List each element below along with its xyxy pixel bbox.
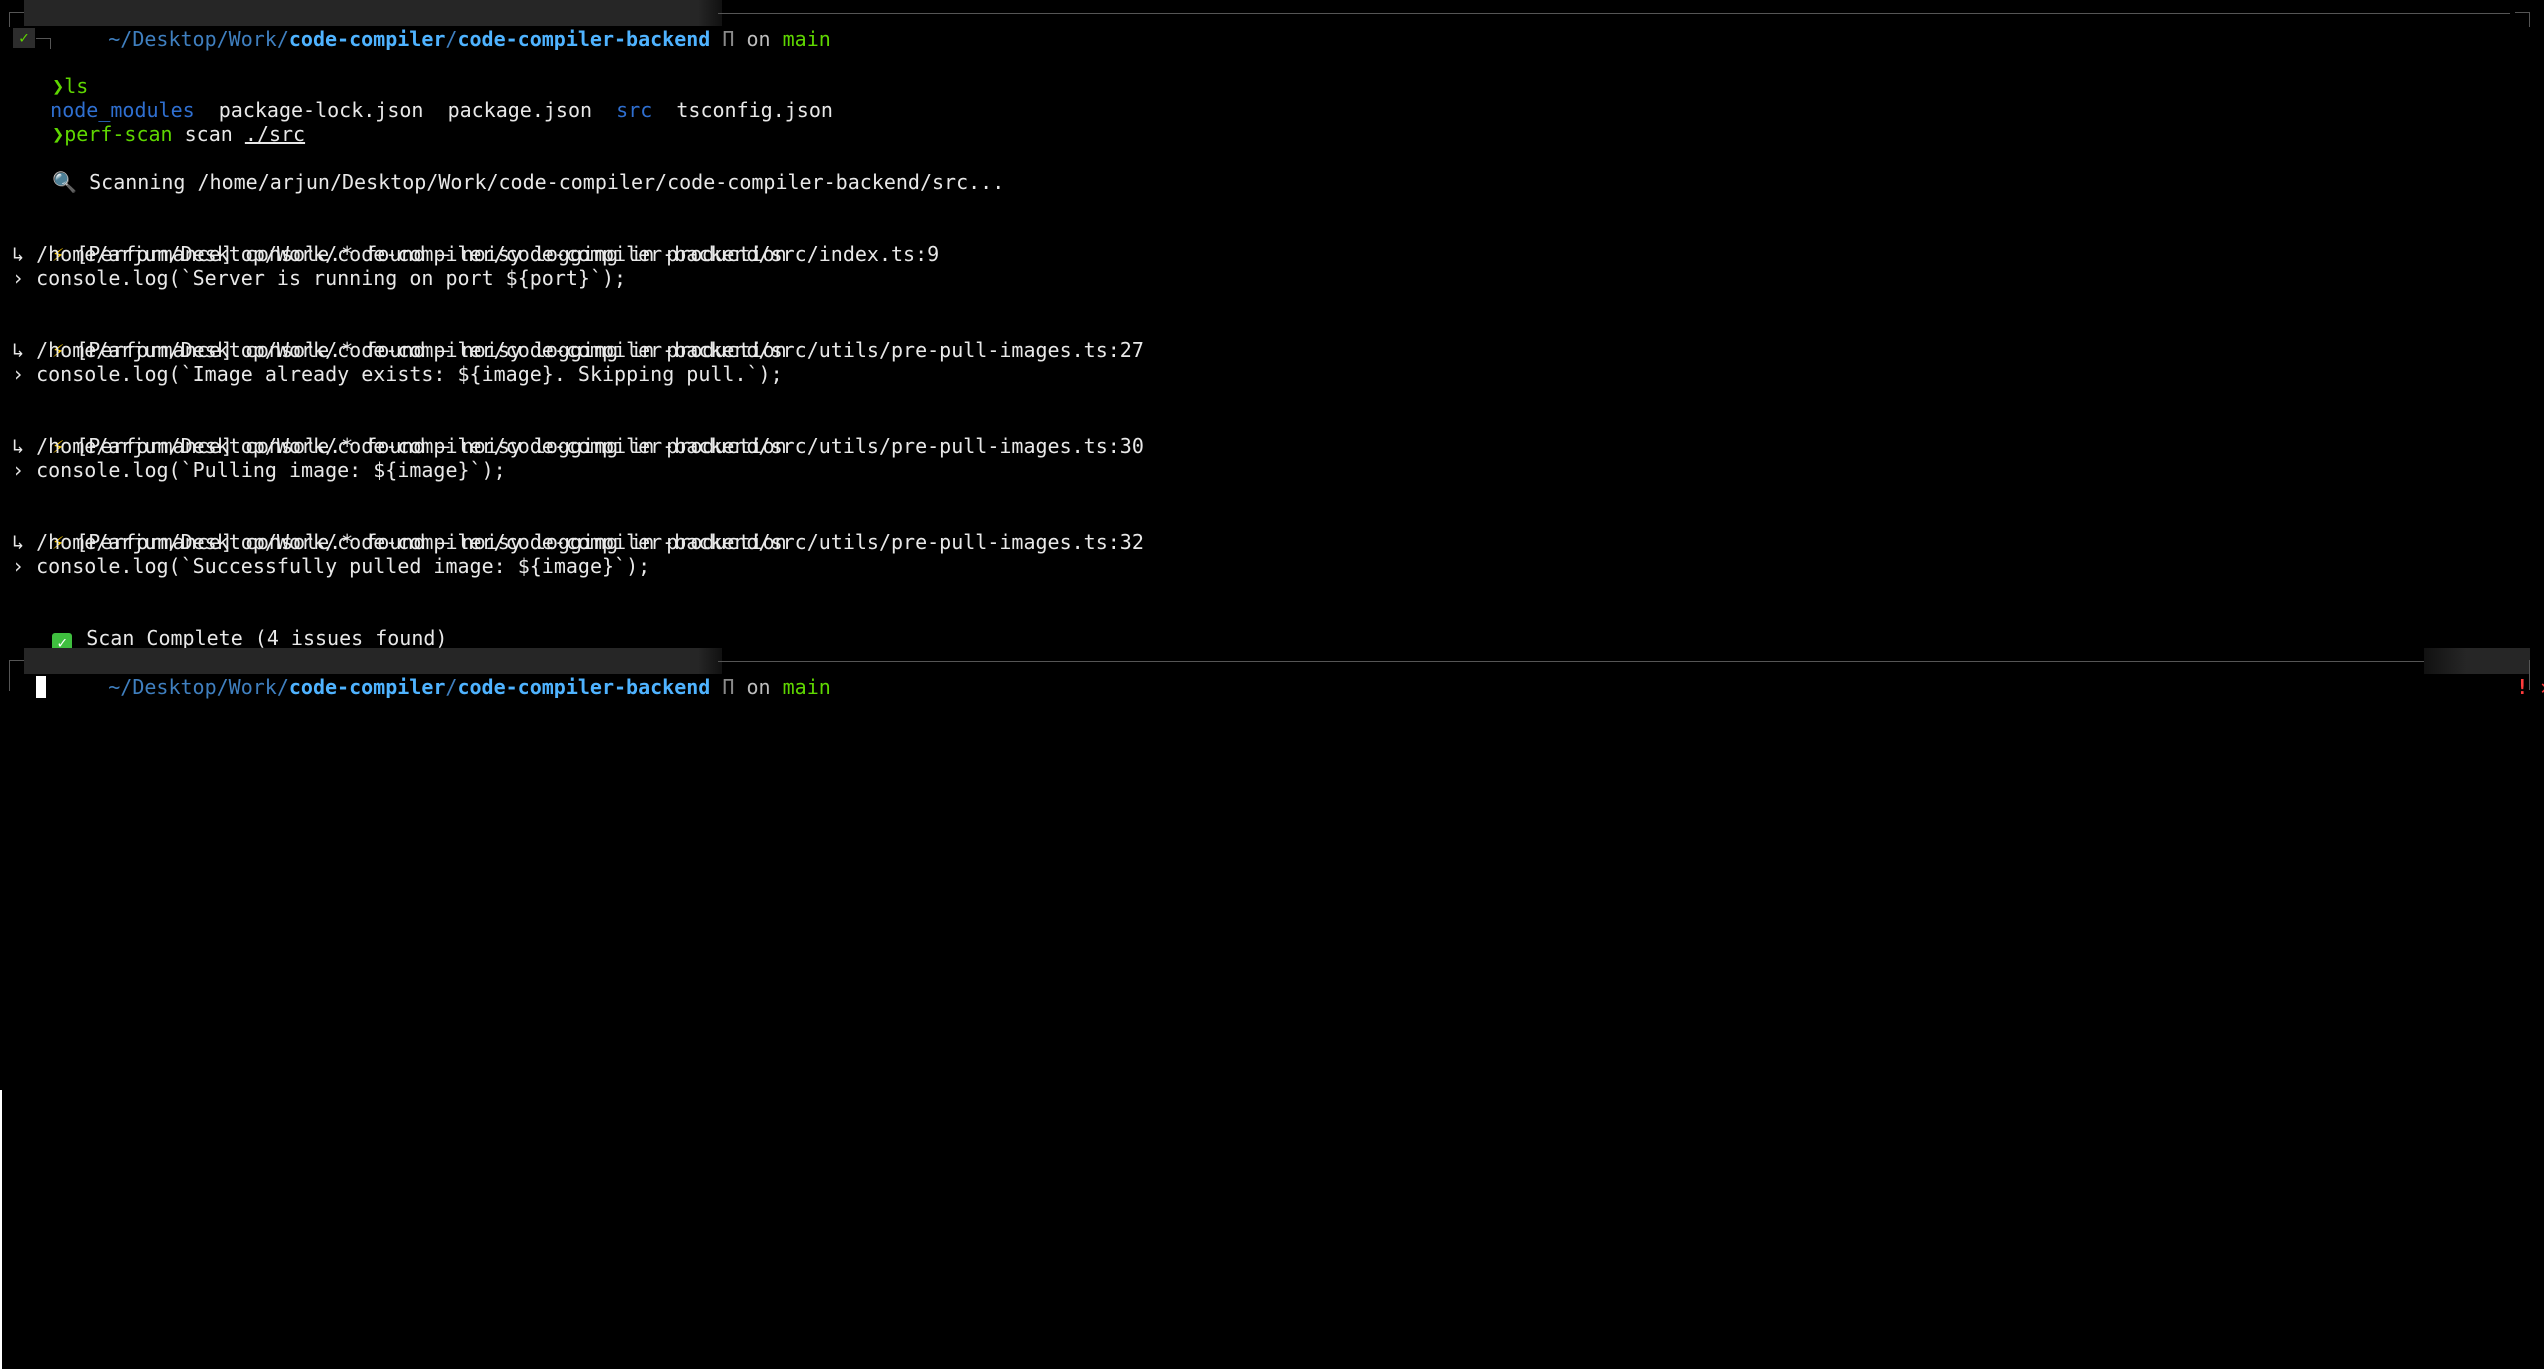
- prompt-frame-corner: [9, 660, 24, 691]
- issue-location: ↳ /home/arjun/Desktop/Work/code-compiler…: [12, 434, 1144, 458]
- path-home: ~: [108, 675, 121, 699]
- command-perf-scan: perf-scan: [64, 122, 173, 146]
- issue-location: ↳ /home/arjun/Desktop/Work/code-compiler…: [12, 338, 1144, 362]
- scan-complete-line: ✓ Scan Complete (4 issues found): [4, 602, 447, 653]
- git-branch-icon: Π: [722, 675, 735, 699]
- path-current: code-compiler-backend: [457, 27, 711, 51]
- issue-message: ⚡ [Performance] console.* found — noisy …: [4, 314, 787, 362]
- ls-entry-tsconfig: tsconfig.json: [676, 98, 833, 122]
- issue-location: ↳ /home/arjun/Desktop/Work/code-compiler…: [12, 242, 940, 266]
- scan-complete-text: Scan Complete (4 issues found): [86, 626, 448, 650]
- path-separator: /: [445, 27, 458, 51]
- ls-entry-package-json: package.json: [447, 98, 593, 122]
- command-line-ls: ❯ls: [4, 50, 88, 98]
- prompt-frame-tail: [36, 38, 51, 49]
- branch-name: main: [782, 27, 831, 51]
- scanning-line: 🔍 Scanning /home/arjun/Desktop/Work/code…: [4, 146, 1004, 194]
- path-middle: /Desktop/Work/: [120, 675, 289, 699]
- prompt-rule: [718, 13, 2510, 14]
- magnifier-icon: 🔍: [52, 170, 78, 194]
- success-check-icon: ✓: [13, 28, 35, 48]
- ls-entry-src: src: [616, 98, 653, 122]
- prompt-frame-corner: [9, 12, 24, 27]
- issue-code: › console.log(`Image already exists: ${i…: [12, 362, 783, 386]
- path-middle: /Desktop/Work/: [120, 27, 289, 51]
- issue-message: ⚡ [Performance] console.* found — noisy …: [4, 410, 787, 458]
- git-branch-icon: Π: [722, 27, 735, 51]
- on-label: on: [746, 675, 771, 699]
- command-argument: ./src: [244, 122, 306, 146]
- issue-code: › console.log(`Successfully pulled image…: [12, 554, 651, 578]
- path-home: ~: [108, 27, 121, 51]
- text-cursor[interactable]: [36, 676, 46, 698]
- prompt-path-segment: ~/Desktop/Work/code-compiler/code-compil…: [24, 0, 831, 51]
- terminal-window[interactable]: ~/Desktop/Work/code-compiler/code-compil…: [0, 0, 2544, 1369]
- issue-message: ⚡ [Performance] console.* found — noisy …: [4, 506, 787, 554]
- on-label: on: [746, 27, 771, 51]
- path-current: code-compiler-backend: [457, 675, 711, 699]
- command-subcommand: scan: [184, 122, 233, 146]
- issue-message: ⚡ [Performance] console.* found — noisy …: [4, 218, 787, 266]
- prompt-chevron-icon: ❯: [52, 122, 65, 146]
- issue-code: › console.log(`Server is running on port…: [12, 266, 627, 290]
- issue-location: ↳ /home/arjun/Desktop/Work/code-compiler…: [12, 530, 1144, 554]
- path-separator: /: [445, 675, 458, 699]
- branch-name: main: [782, 675, 831, 699]
- prompt-bar-2: ~/Desktop/Work/code-compiler/code-compil…: [0, 648, 2544, 699]
- issue-code: › console.log(`Pulling image: ${image}`)…: [12, 458, 506, 482]
- scanning-text: Scanning /home/arjun/Desktop/Work/code-c…: [89, 170, 1005, 194]
- ls-output: node_modules package-lock.json package.j…: [2, 74, 833, 122]
- command-line-scan: ❯perf-scan scan ./src: [4, 98, 305, 146]
- prompt-bar-1: ~/Desktop/Work/code-compiler/code-compil…: [0, 0, 2544, 51]
- window-edge: [0, 1090, 2, 1369]
- prompt-frame-corner-right: [2515, 660, 2530, 690]
- path-parent: code-compiler: [288, 27, 446, 51]
- prompt-path-segment: ~/Desktop/Work/code-compiler/code-compil…: [24, 648, 831, 699]
- prompt-frame-corner-right: [2515, 12, 2530, 27]
- prompt-rule: [718, 661, 2424, 662]
- path-parent: code-compiler: [288, 675, 446, 699]
